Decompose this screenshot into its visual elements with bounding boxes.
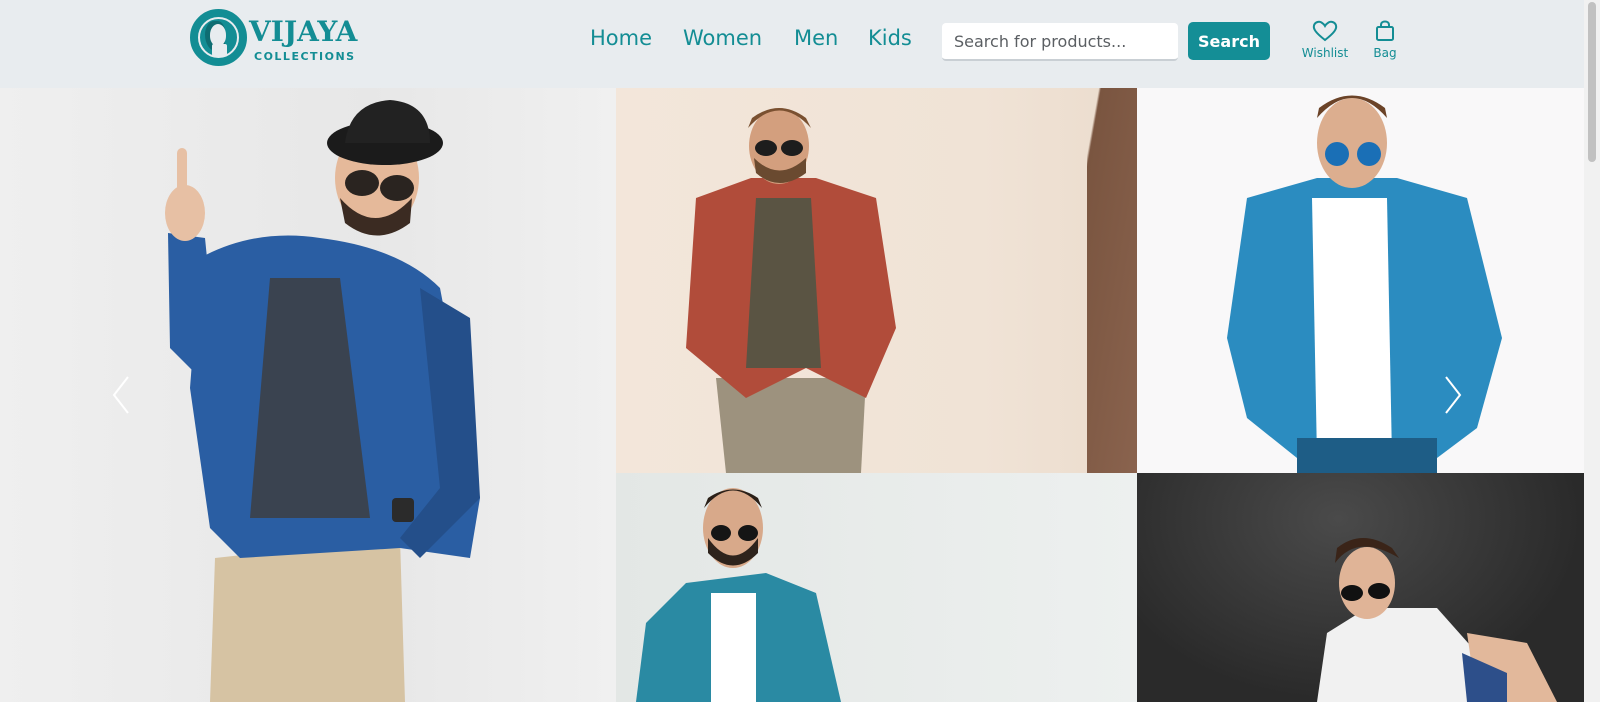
logo-emblem-icon — [190, 9, 247, 66]
photo-man-denim-shirt-white-tee-icon — [1227, 95, 1502, 473]
scrollbar-thumb[interactable] — [1588, 2, 1596, 162]
carousel-next-button[interactable] — [1442, 373, 1464, 417]
search-button[interactable]: Search — [1188, 22, 1270, 60]
hero-image-plaid — [616, 88, 1137, 473]
nav-women[interactable]: Women — [683, 26, 762, 50]
site-header: VIJAYA COLLECTIONS Home Women Men Kids S… — [0, 0, 1584, 88]
brand-name: VIJAYA — [249, 15, 358, 48]
photo-man-plaid-shirt-icon — [686, 108, 896, 473]
hero-image-denim — [1137, 88, 1584, 473]
nav-men[interactable]: Men — [794, 26, 838, 50]
wishlist-label: Wishlist — [1301, 46, 1349, 60]
photo-man-denim-shirt-hat-icon — [165, 100, 480, 702]
hero-image-main — [0, 88, 616, 702]
chevron-left-icon — [112, 376, 129, 414]
nav-kids[interactable]: Kids — [868, 26, 912, 50]
brand-subtitle: COLLECTIONS — [254, 50, 356, 63]
brand-logo[interactable]: VIJAYA COLLECTIONS — [190, 9, 370, 71]
wishlist-button[interactable]: Wishlist — [1300, 20, 1350, 60]
bag-label: Bag — [1373, 46, 1397, 60]
heart-icon — [1312, 20, 1338, 42]
carousel-prev-button[interactable] — [110, 373, 132, 417]
search-input[interactable] — [942, 23, 1178, 61]
photo-man-denim-jacket-icon — [636, 488, 841, 702]
chevron-right-icon — [1445, 376, 1462, 414]
shopping-bag-icon — [1376, 20, 1394, 41]
page-scrollbar[interactable] — [1584, 0, 1600, 702]
nav-home[interactable]: Home — [590, 26, 652, 50]
hero-carousel[interactable] — [0, 88, 1584, 702]
hero-image-dark — [1137, 473, 1584, 702]
bag-button[interactable]: Bag — [1370, 20, 1400, 60]
photo-man-white-tee-dark-bg-icon — [1317, 538, 1557, 702]
hero-image-denim-jacket — [616, 473, 1137, 702]
